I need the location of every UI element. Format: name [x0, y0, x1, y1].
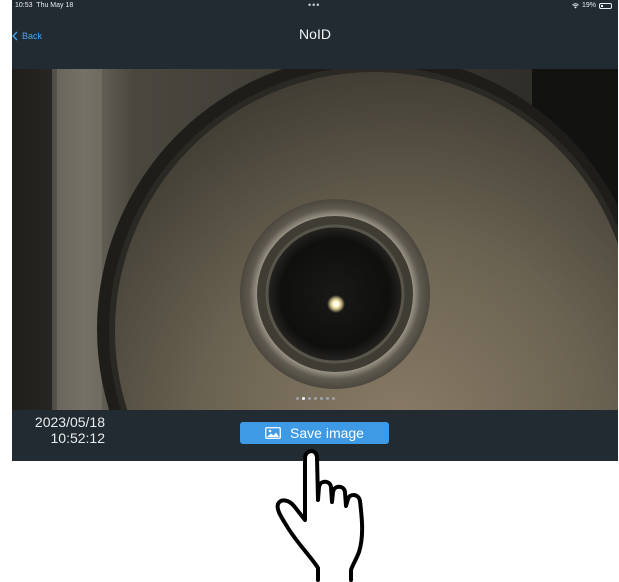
- tap-hand-icon: [275, 449, 365, 582]
- page-dot[interactable]: [307, 396, 311, 400]
- page-dot[interactable]: [319, 396, 323, 400]
- capture-date: 2023/05/18: [34, 414, 105, 430]
- status-date: Thu May 18: [36, 2, 74, 9]
- wifi-icon: [572, 2, 579, 8]
- page-dot[interactable]: [325, 396, 329, 400]
- capture-time: 10:52:12: [50, 430, 106, 446]
- capture-timestamp: 2023/05/18 10:52:12: [23, 414, 105, 446]
- battery-icon: [599, 2, 612, 9]
- multitasking-dots[interactable]: •••: [308, 0, 320, 10]
- ipad-app-window: 10:53 Thu May 18 ••• 19% Back NoID 2023/…: [12, 0, 618, 461]
- page-title: NoID: [299, 26, 331, 42]
- page-dot[interactable]: [313, 396, 317, 400]
- image-icon: [265, 427, 281, 439]
- status-time: 10:53: [15, 2, 33, 9]
- page-dot[interactable]: [295, 396, 299, 400]
- battery-percentage: 19%: [581, 2, 596, 9]
- inspection-photo: [12, 69, 618, 410]
- status-indicators: 19%: [572, 2, 612, 9]
- screen: 10:53 Thu May 18 ••• 19% Back NoID 2023/…: [0, 0, 619, 582]
- status-bar: 10:53 Thu May 18 ••• 19%: [12, 0, 618, 14]
- page-dot[interactable]: [331, 396, 335, 400]
- save-image-label: Save image: [290, 425, 364, 441]
- image-viewer[interactable]: [12, 69, 618, 410]
- battery-level-fill: [601, 4, 603, 7]
- navigation-bar: Back NoID: [12, 14, 618, 69]
- page-indicator[interactable]: [12, 396, 618, 402]
- status-clock: 10:53 Thu May 18: [15, 2, 73, 9]
- page-dot[interactable]: [301, 396, 305, 400]
